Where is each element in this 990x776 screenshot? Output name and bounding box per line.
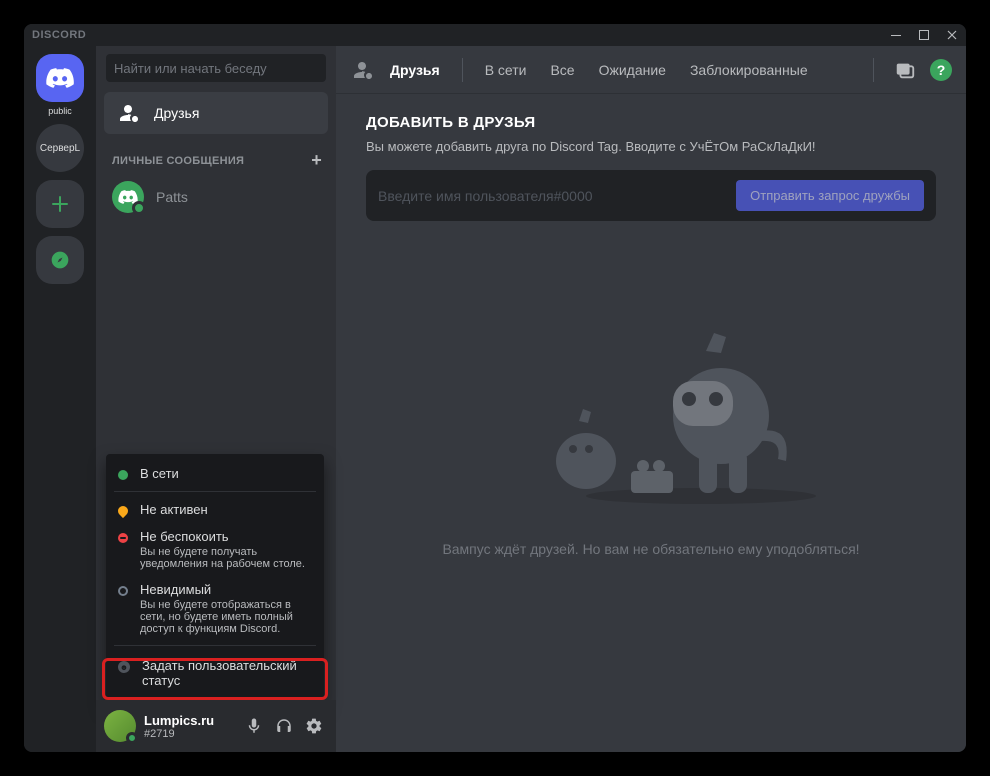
close-button[interactable] bbox=[938, 24, 966, 46]
dm-header-label: ЛИЧНЫЕ СООБЩЕНИЯ bbox=[112, 155, 244, 167]
main-header: Друзья В сети Все Ожидание Заблокированн… bbox=[336, 46, 966, 94]
plus-icon bbox=[48, 192, 72, 216]
channel-column: Найти или начать беседу Друзья ЛИЧНЫЕ СО… bbox=[96, 46, 336, 752]
minimize-button[interactable] bbox=[882, 24, 910, 46]
add-friend-section: ДОБАВИТЬ В ДРУЗЬЯ Вы можете добавить дру… bbox=[336, 94, 966, 577]
add-friend-row: Отправить запрос дружбы bbox=[366, 170, 936, 221]
new-group-dm-button[interactable] bbox=[894, 59, 916, 81]
separator bbox=[462, 58, 463, 82]
add-friend-input[interactable] bbox=[378, 188, 736, 204]
wumpus-illustration bbox=[471, 321, 831, 511]
invisible-icon bbox=[118, 586, 128, 596]
separator bbox=[114, 645, 316, 646]
user-info[interactable]: Lumpics.ru #2719 bbox=[144, 713, 240, 740]
gear-icon bbox=[305, 717, 323, 735]
friends-icon bbox=[350, 58, 374, 82]
friends-icon bbox=[116, 101, 140, 125]
tab-all[interactable]: Все bbox=[542, 60, 582, 80]
app-window: DISCORD public СерверL bbox=[24, 24, 966, 752]
status-option-online[interactable]: В сети bbox=[106, 460, 324, 487]
user-panel: Lumpics.ru #2719 bbox=[96, 700, 336, 752]
explore-button[interactable] bbox=[36, 236, 84, 284]
search-placeholder: Найти или начать беседу bbox=[114, 61, 267, 76]
user-name: Lumpics.ru bbox=[144, 713, 240, 728]
settings-button[interactable] bbox=[300, 712, 328, 740]
headphones-icon bbox=[275, 717, 293, 735]
maximize-button[interactable] bbox=[910, 24, 938, 46]
deafen-button[interactable] bbox=[270, 712, 298, 740]
separator bbox=[873, 58, 874, 82]
mic-icon bbox=[245, 717, 263, 735]
status-option-idle[interactable]: Не активен bbox=[106, 496, 324, 523]
add-friend-subtitle: Вы можете добавить друга по Discord Tag.… bbox=[366, 139, 936, 154]
empty-state: Вампус ждёт друзей. Но вам не обязательн… bbox=[366, 321, 936, 557]
create-dm-button[interactable]: + bbox=[311, 150, 322, 171]
discord-logo-icon bbox=[46, 68, 74, 88]
avatar bbox=[112, 181, 144, 213]
user-avatar[interactable] bbox=[104, 710, 136, 742]
user-tag: #2719 bbox=[144, 728, 240, 740]
mute-button[interactable] bbox=[240, 712, 268, 740]
add-friend-title: ДОБАВИТЬ В ДРУЗЬЯ bbox=[366, 114, 936, 131]
status-option-custom[interactable]: ☻ Задать пользовательский статус bbox=[106, 650, 324, 696]
tab-pending[interactable]: Ожидание bbox=[591, 60, 674, 80]
dm-item-name: Patts bbox=[156, 189, 188, 205]
add-server-button[interactable] bbox=[36, 180, 84, 228]
idle-moon-icon bbox=[116, 504, 130, 518]
status-menu: В сети Не активен Не беспокоить Вы не бу… bbox=[106, 454, 324, 702]
emoji-icon: ☻ bbox=[118, 661, 130, 673]
main-column: Друзья В сети Все Ожидание Заблокированн… bbox=[336, 46, 966, 752]
app-name: DISCORD bbox=[32, 29, 86, 41]
send-friend-request-button[interactable]: Отправить запрос дружбы bbox=[736, 180, 924, 211]
empty-state-text: Вампус ждёт друзей. Но вам не обязательн… bbox=[442, 541, 859, 557]
home-label: public bbox=[48, 106, 72, 116]
status-indicator bbox=[132, 201, 146, 215]
help-button[interactable]: ? bbox=[930, 59, 952, 81]
friends-nav[interactable]: Друзья bbox=[104, 92, 328, 134]
tab-blocked[interactable]: Заблокированные bbox=[682, 60, 816, 80]
tab-online[interactable]: В сети bbox=[477, 60, 535, 80]
separator bbox=[114, 491, 316, 492]
servers-column: public СерверL bbox=[24, 46, 96, 752]
dm-section-header: ЛИЧНЫЕ СООБЩЕНИЯ + bbox=[96, 136, 336, 175]
window-controls bbox=[882, 24, 966, 46]
dnd-icon bbox=[118, 533, 128, 543]
dm-item[interactable]: Patts bbox=[104, 176, 328, 218]
status-indicator bbox=[126, 732, 138, 744]
friends-nav-label: Друзья bbox=[154, 105, 199, 121]
header-title: Друзья bbox=[382, 60, 448, 80]
status-option-invisible[interactable]: Невидимый Вы не будете отображаться в се… bbox=[106, 576, 324, 641]
server-item-1[interactable]: СерверL bbox=[36, 124, 84, 172]
home-button[interactable] bbox=[36, 54, 84, 102]
compass-icon bbox=[50, 250, 70, 270]
online-dot-icon bbox=[118, 470, 128, 480]
app-body: public СерверL Найти или начать беседу Д… bbox=[24, 46, 966, 752]
status-option-dnd[interactable]: Не беспокоить Вы не будете получать увед… bbox=[106, 523, 324, 576]
quick-switcher[interactable]: Найти или начать беседу bbox=[106, 54, 326, 82]
titlebar: DISCORD bbox=[24, 24, 966, 46]
